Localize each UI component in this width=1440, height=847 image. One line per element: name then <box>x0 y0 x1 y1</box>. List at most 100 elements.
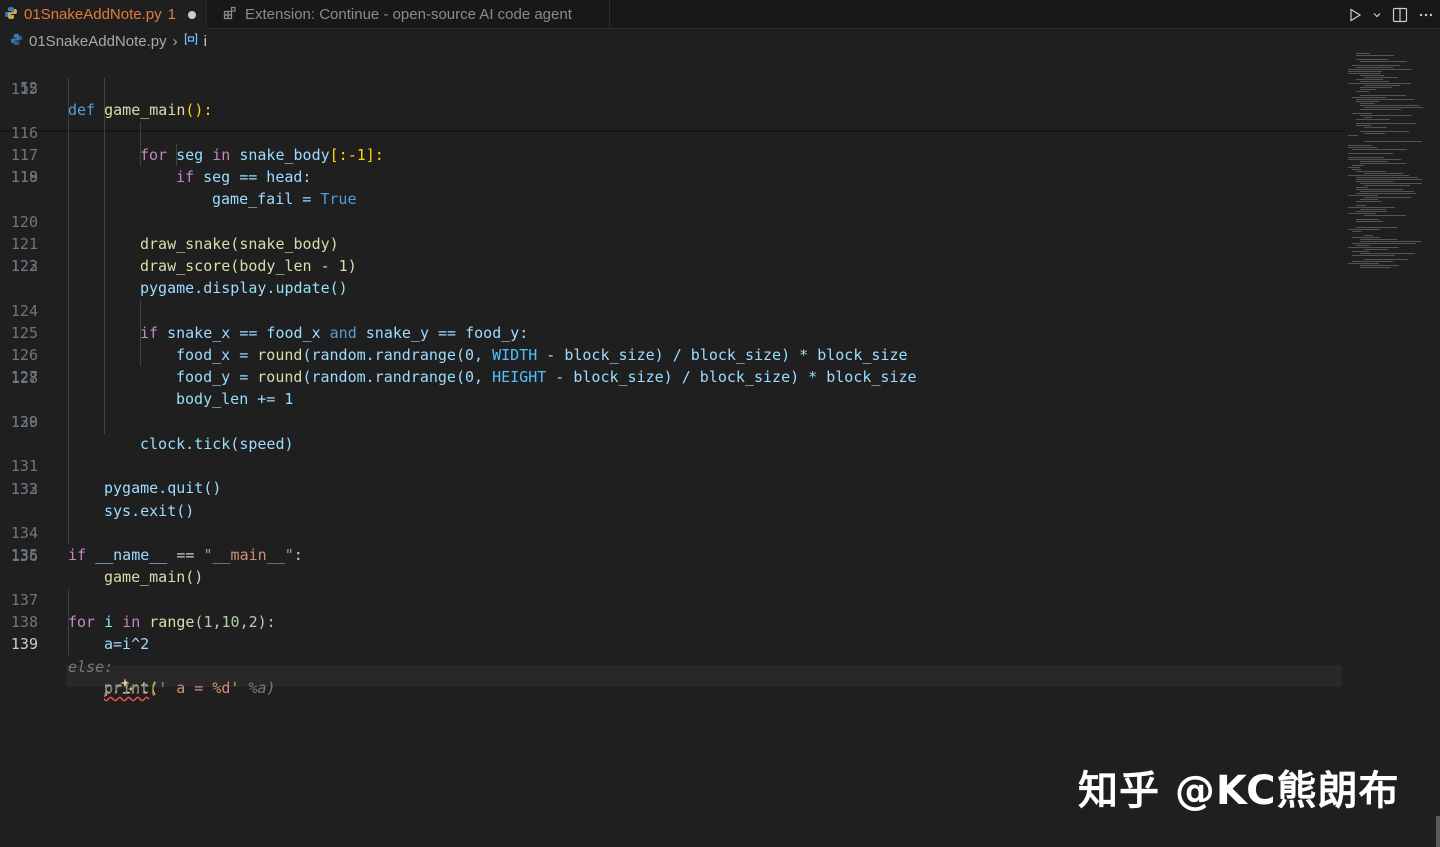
minimap-line <box>1348 229 1380 230</box>
minimap-line <box>1348 195 1378 196</box>
minimap-line <box>1352 255 1395 256</box>
sticky-line[interactable]: 52 def game_main(): <box>0 55 1344 119</box>
minimap-line <box>1360 209 1386 210</box>
minimap-line <box>1356 177 1418 178</box>
code-line[interactable]: 126 food_y = round(random.randrange(0, H… <box>0 322 1344 386</box>
minimap-line <box>1356 91 1369 92</box>
scrollbar-thumb[interactable] <box>1436 816 1440 847</box>
code-line-current[interactable]: 139 print(' a = %d' %a) <box>0 611 1344 697</box>
extensions-icon <box>223 6 237 24</box>
code-line[interactable]: 115 <box>0 78 1344 100</box>
split-editor-icon[interactable] <box>1392 7 1408 23</box>
code-line[interactable]: 119 <box>0 166 1344 188</box>
minimap-line <box>1360 95 1406 96</box>
minimap-line <box>1364 215 1406 216</box>
minimap-line <box>1356 67 1393 68</box>
minimap-line <box>1356 79 1383 80</box>
code-line[interactable]: 136 <box>0 545 1344 567</box>
minimap-line <box>1364 85 1400 86</box>
minimap-line <box>1356 205 1366 206</box>
minimap-line <box>1360 87 1392 88</box>
code-line[interactable]: 132 sys.exit() <box>0 456 1344 520</box>
minimap-line <box>1348 167 1360 168</box>
minimap-line <box>1360 89 1376 90</box>
minimap-line <box>1364 107 1423 108</box>
minimap-line <box>1352 261 1393 262</box>
ghost-suggestion: %a) <box>239 679 276 697</box>
code-line[interactable]: 125 food_x = round(random.randrange(0, W… <box>0 300 1344 364</box>
minimap-line <box>1356 179 1422 180</box>
code-line[interactable]: 121 draw_score(body_len - 1) <box>0 211 1344 275</box>
code-line[interactable]: 133 <box>0 478 1344 500</box>
minimap-line <box>1360 199 1378 200</box>
minimap-line <box>1352 65 1400 66</box>
minimap-line <box>1364 173 1403 174</box>
problem-count-badge: 1 <box>167 6 176 23</box>
code-editor[interactable]: 52 def game_main(): 115 116 for seg in s… <box>0 54 1344 847</box>
chevron-down-icon[interactable] <box>1372 10 1382 20</box>
code-line[interactable]: 120 draw_snake(snake_body) <box>0 189 1344 253</box>
watermark: 知乎 @KC熊朗布 <box>1078 768 1400 814</box>
unsaved-dot-icon[interactable] <box>187 10 196 19</box>
minimap-line <box>1364 127 1387 128</box>
minimap-line <box>1348 159 1401 160</box>
minimap-line <box>1348 83 1411 84</box>
minimap-line <box>1364 259 1408 260</box>
minimap-line <box>1352 113 1372 114</box>
code-line[interactable]: 135 game_main() <box>0 522 1344 586</box>
code-line[interactable]: 122 pygame.display.update() <box>0 233 1344 297</box>
breadcrumb: 01SnakeAddNote.py › i <box>0 29 1440 53</box>
code-line[interactable]: 118 game_fail = True <box>0 144 1344 208</box>
more-actions-icon[interactable] <box>1418 7 1434 23</box>
minimap-line <box>1356 125 1371 126</box>
editor-actions <box>1348 0 1440 29</box>
minimap-line <box>1348 153 1393 154</box>
code-line[interactable]: 127 body_len += 1 <box>0 344 1344 408</box>
tab-01snakeaddnote[interactable]: 01SnakeAddNote.py 1 <box>0 0 207 29</box>
minimap-line <box>1360 163 1406 164</box>
code-line[interactable]: 124 if snake_x == food_x and snake_y == … <box>0 278 1344 342</box>
minimap-line <box>1352 231 1361 232</box>
minimap-line <box>1356 55 1394 56</box>
minimap-line <box>1364 117 1372 118</box>
code-line[interactable]: 123 <box>0 255 1344 277</box>
code-line[interactable]: 116 for seg in snake_body[:-1]: <box>0 100 1344 164</box>
minimap-line <box>1352 251 1369 252</box>
minimap[interactable] <box>1344 29 1434 847</box>
code-line[interactable]: 130 <box>0 411 1344 433</box>
scrollbar[interactable] <box>1434 29 1440 847</box>
minimap-line <box>1356 201 1382 202</box>
code-line[interactable]: 117 if seg == head: <box>0 122 1344 186</box>
minimap-line <box>1348 175 1409 176</box>
ghost-line: print(' <box>0 656 1344 698</box>
chevron-right-icon: › <box>172 32 178 50</box>
minimap-line <box>1360 75 1384 76</box>
minimap-line <box>1364 141 1422 142</box>
minimap-line <box>1348 247 1399 248</box>
minimap-line <box>1352 97 1386 98</box>
minimap-line <box>1356 123 1416 124</box>
minimap-line <box>1364 235 1373 236</box>
code-line[interactable]: 131 pygame.quit() <box>0 433 1344 497</box>
minimap-line <box>1364 77 1398 78</box>
minimap-line <box>1352 149 1407 150</box>
minimap-line <box>1360 131 1409 132</box>
run-icon[interactable] <box>1348 7 1362 22</box>
tab-label: Extension: Continue - open-source AI cod… <box>245 6 572 23</box>
minimap-line <box>1348 213 1376 214</box>
code-line[interactable]: 128 <box>0 367 1344 389</box>
breadcrumb-file[interactable]: 01SnakeAddNote.py <box>29 33 167 50</box>
code-line[interactable]: 137 for i in range(1,10,2): <box>0 567 1344 631</box>
minimap-line <box>1352 169 1361 170</box>
code-line[interactable]: 134 if __name__ == "__main__": <box>0 500 1344 564</box>
line-number: 123 <box>10 257 38 275</box>
tab-extension-continue[interactable]: Extension: Continue - open-source AI cod… <box>207 0 610 29</box>
code-line[interactable]: 129 clock.tick(speed) <box>0 389 1344 453</box>
minimap-line <box>1356 99 1414 100</box>
minimap-line <box>1356 101 1379 102</box>
minimap-line <box>1356 187 1368 188</box>
minimap-line <box>1348 135 1358 136</box>
code-line[interactable]: 138 a=i^2 <box>0 589 1344 653</box>
breadcrumb-symbol[interactable]: i <box>204 33 207 50</box>
minimap-line <box>1348 69 1412 70</box>
